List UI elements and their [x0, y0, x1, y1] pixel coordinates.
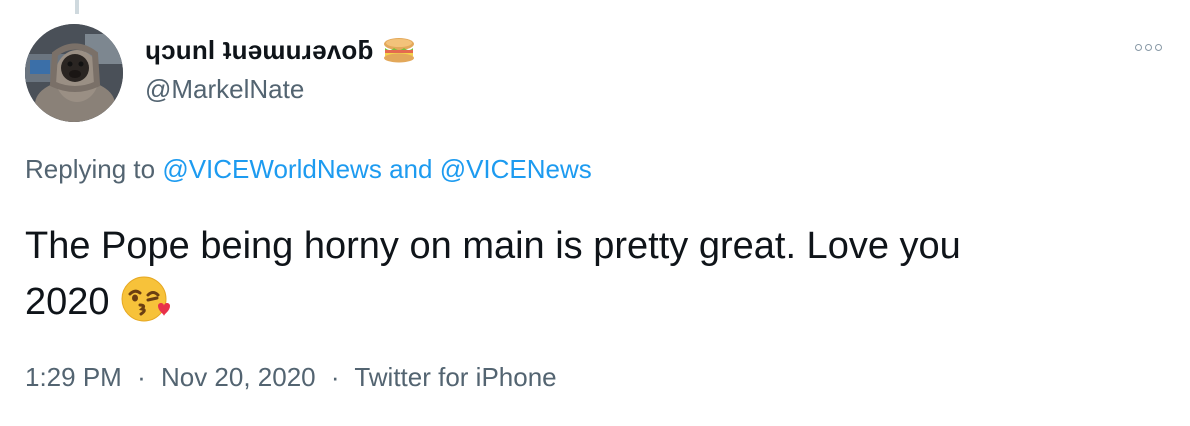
user-handle[interactable]: @MarkelNate: [145, 74, 416, 105]
replying-to-label: Replying to: [25, 154, 156, 184]
tweet-time[interactable]: 1:29 PM: [25, 362, 122, 392]
replying-to-line: Replying to @VICEWorldNews and @VICENews: [25, 154, 592, 185]
display-name[interactable]: ɥɔunl ʇuǝɯuɹǝʌoƃ: [145, 35, 374, 66]
meta-separator: ·: [137, 362, 146, 392]
more-dot-icon: [1145, 44, 1152, 51]
tweet-text-line-2: 2020: [25, 274, 1165, 330]
tweet-header: ɥɔunl ʇuǝɯuɹǝʌoƃ @MarkelNate: [145, 30, 416, 105]
mention-joiner[interactable]: and: [389, 154, 432, 184]
more-dot-icon: [1135, 44, 1142, 51]
mention-vice-world-news[interactable]: @VICEWorldNews: [162, 154, 382, 184]
avatar[interactable]: [25, 24, 123, 122]
tweet-text: The Pope being horny on main is pretty g…: [25, 218, 1165, 330]
face-blowing-kiss-icon: [120, 274, 170, 324]
pug-avatar-icon: [25, 24, 123, 122]
tweet-date[interactable]: Nov 20, 2020: [161, 362, 316, 392]
name-row: ɥɔunl ʇuǝɯuɹǝʌoƃ: [145, 30, 416, 70]
tweet-text-line-2-text: 2020: [25, 281, 110, 323]
meta-separator: ·: [330, 362, 340, 392]
mention-vice-news[interactable]: @VICENews: [440, 154, 592, 184]
more-options-button[interactable]: [1135, 44, 1162, 51]
thread-connector-line: [75, 0, 79, 14]
sandwich-icon: [382, 37, 416, 63]
tweet-text-line-1: The Pope being horny on main is pretty g…: [25, 225, 961, 267]
more-dot-icon: [1155, 44, 1162, 51]
tweet-source[interactable]: Twitter for iPhone: [354, 362, 556, 392]
tweet-card: ɥɔunl ʇuǝɯuɹǝʌoƃ @MarkelNate Replying to…: [0, 0, 1190, 426]
tweet-meta: 1:29 PM · Nov 20, 2020 · Twitter for iPh…: [25, 362, 557, 393]
